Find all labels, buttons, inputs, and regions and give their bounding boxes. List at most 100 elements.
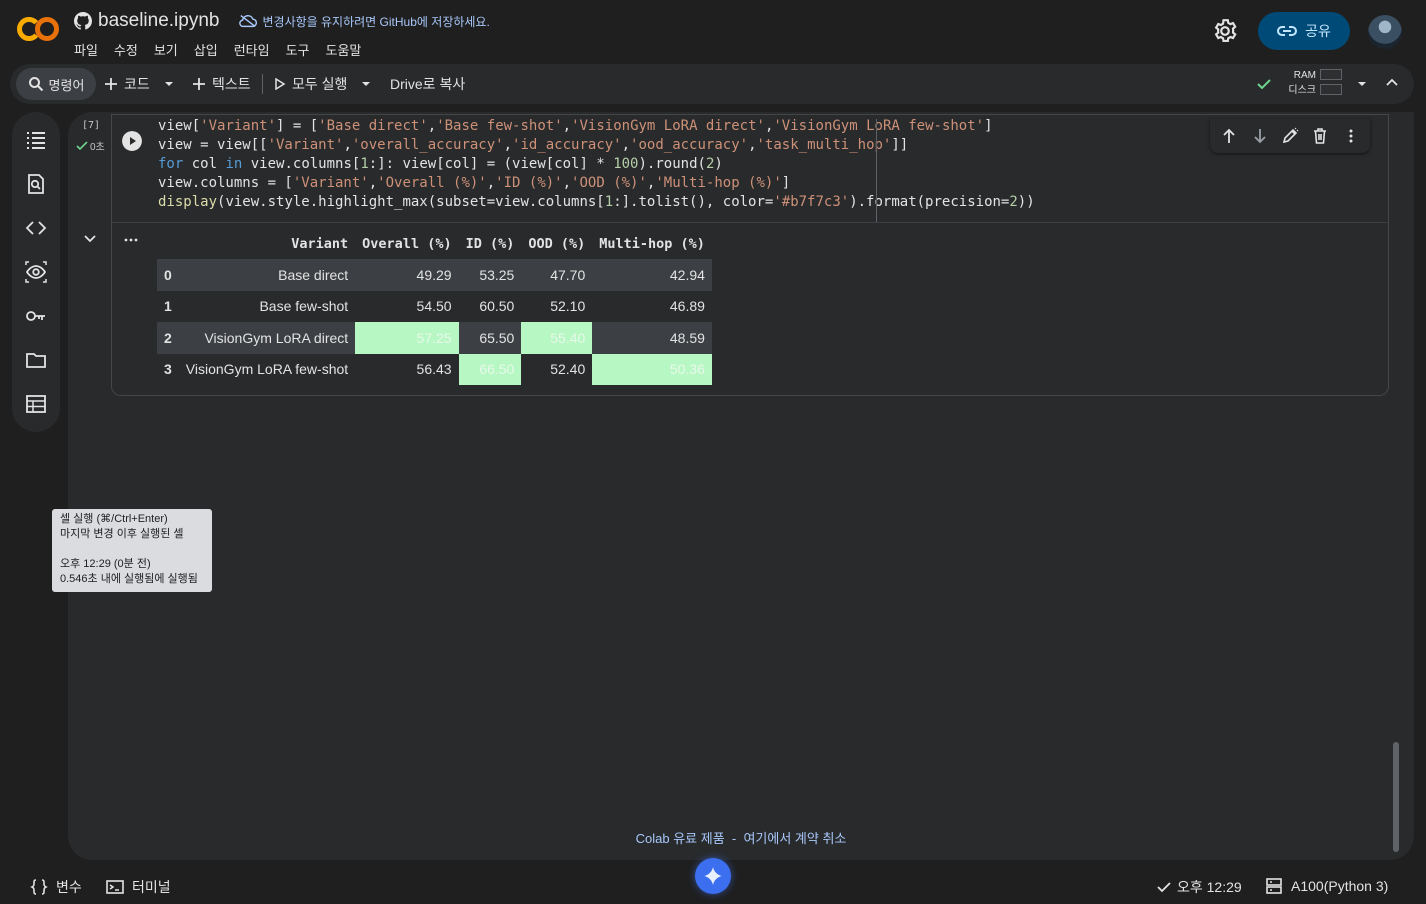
gemini-button[interactable] bbox=[695, 858, 731, 894]
output-divider bbox=[112, 222, 1388, 223]
table-cell: 0 bbox=[157, 259, 179, 291]
add-text-label: 텍스트 bbox=[212, 76, 251, 92]
command-label: 명령어 bbox=[48, 77, 85, 93]
chevron-down-icon[interactable] bbox=[1357, 80, 1367, 88]
table-cell: 47.70 bbox=[521, 259, 593, 291]
collapse-output-chevron-icon[interactable] bbox=[80, 228, 100, 248]
paid-products-link[interactable]: Colab 유료 제품 bbox=[636, 831, 725, 846]
table-of-contents-icon[interactable] bbox=[25, 129, 47, 151]
share-button[interactable]: 공유 bbox=[1258, 12, 1350, 50]
table-cell: 49.29 bbox=[355, 259, 459, 291]
notebook-title[interactable]: baseline.ipynb bbox=[98, 10, 219, 32]
run-all-label: 모두 실행 bbox=[292, 76, 348, 92]
save-to-github-notice[interactable]: 변경사항을 유지하려면 GitHub에 저장하세요. bbox=[239, 13, 490, 30]
table-cell: 53.25 bbox=[458, 259, 522, 291]
add-code-button[interactable]: 코드 bbox=[104, 72, 150, 96]
chevron-up-icon[interactable] bbox=[1386, 77, 1398, 89]
key-icon[interactable] bbox=[25, 305, 47, 327]
resource-labels[interactable]: RAM 디스크 bbox=[1286, 68, 1316, 98]
run-cell-tooltip: 셀 실행 (⌘/Ctrl+Enter) 마지막 변경 이후 실행된 셀 오후 1… bbox=[52, 509, 212, 592]
table-header: Variant bbox=[291, 236, 349, 252]
output-dataframe: Variant Overall (%) ID (%) OOD (%) Multi… bbox=[157, 229, 712, 385]
highlighted-max-cell: 57.25 bbox=[355, 322, 459, 354]
secrets-eye-icon[interactable] bbox=[25, 261, 47, 283]
title-row: baseline.ipynb 변경사항을 유지하려면 GitHub에 저장하세요… bbox=[74, 10, 490, 32]
add-text-button[interactable]: 텍스트 bbox=[192, 72, 251, 96]
table-header: ID (%) bbox=[465, 236, 515, 252]
table-cell: 56.43 bbox=[416, 361, 452, 378]
edit-pencil-icon[interactable] bbox=[1281, 127, 1299, 145]
save-notice-text: 변경사항을 유지하려면 GitHub에 저장하세요. bbox=[262, 14, 490, 29]
cancel-contract-link[interactable]: 여기에서 계약 취소 bbox=[743, 831, 846, 846]
table-header: Multi-hop (%) bbox=[599, 236, 705, 252]
last-run-status[interactable]: 오후 12:29 bbox=[1156, 877, 1242, 897]
code-line: for col in view.columns[1:]: view[col] =… bbox=[158, 156, 723, 172]
copy-to-drive-button[interactable]: Drive로 복사 bbox=[390, 72, 465, 96]
add-code-label: 코드 bbox=[124, 76, 150, 92]
move-down-icon[interactable] bbox=[1251, 127, 1269, 145]
menu-file[interactable]: 파일 bbox=[74, 40, 98, 59]
run-cell-icon[interactable] bbox=[122, 131, 142, 151]
terminal-label: 터미널 bbox=[132, 879, 171, 895]
find-in-page-icon[interactable] bbox=[25, 173, 47, 195]
table-cell: 48.59 bbox=[592, 322, 712, 354]
text-cursor bbox=[876, 119, 877, 223]
menu-view[interactable]: 보기 bbox=[154, 40, 178, 59]
chevron-down-icon[interactable] bbox=[361, 80, 371, 88]
search-icon bbox=[28, 77, 43, 92]
tooltip-line: 마지막 변경 이후 실행된 셀 bbox=[60, 528, 184, 540]
table-cell: 42.94 bbox=[592, 259, 712, 291]
terminal-button[interactable]: 터미널 bbox=[106, 877, 171, 897]
menu-edit[interactable]: 수정 bbox=[114, 40, 138, 59]
command-palette-button[interactable]: 명령어 bbox=[16, 68, 96, 100]
menu-bar: 파일 수정 보기 삽입 런타임 도구 도움말 bbox=[74, 40, 361, 59]
header-bar: baseline.ipynb 변경사항을 유지하려면 GitHub에 저장하세요… bbox=[0, 0, 1426, 64]
notebook-main[interactable]: [7] 0초 view['Variant'] = ['Base direct',… bbox=[68, 112, 1414, 860]
plus-icon bbox=[193, 78, 205, 90]
table-row: 3 VisionGym LoRA few-shot 56.43 66.50 52… bbox=[157, 353, 712, 385]
user-avatar[interactable] bbox=[1368, 15, 1402, 49]
folder-icon[interactable] bbox=[25, 349, 47, 371]
delete-trash-icon[interactable] bbox=[1311, 127, 1329, 145]
chevron-down-icon[interactable] bbox=[164, 80, 174, 88]
execution-time: 0초 bbox=[90, 142, 105, 153]
code-snippets-icon[interactable] bbox=[25, 217, 47, 239]
colab-logo-icon[interactable] bbox=[16, 14, 60, 44]
table-header: OOD (%) bbox=[528, 236, 586, 252]
menu-runtime[interactable]: 런타임 bbox=[234, 40, 270, 59]
tooltip-spacer bbox=[60, 542, 204, 557]
code-line: view.columns = ['Variant','Overall (%)',… bbox=[158, 175, 791, 191]
variables-label: 변수 bbox=[56, 879, 82, 895]
terminal-icon bbox=[106, 880, 124, 894]
settings-gear-icon[interactable] bbox=[1212, 18, 1238, 44]
table-row: 0 Base direct 49.29 53.25 47.70 42.94 bbox=[157, 259, 712, 291]
cell-toolbar bbox=[1210, 119, 1370, 153]
table-cell: Base few-shot bbox=[259, 298, 349, 315]
more-vert-icon[interactable] bbox=[1342, 127, 1360, 145]
variables-button[interactable]: 변수 bbox=[30, 877, 82, 897]
menu-tools[interactable]: 도구 bbox=[286, 40, 310, 59]
code-cell[interactable]: view['Variant'] = ['Base direct','Base f… bbox=[111, 114, 1389, 396]
last-run-time: 오후 12:29 bbox=[1177, 879, 1242, 895]
table-header: Overall (%) bbox=[362, 236, 452, 252]
ram-label: RAM bbox=[1293, 70, 1316, 81]
checkmark-icon bbox=[1157, 882, 1171, 893]
disk-usage-bar bbox=[1320, 84, 1342, 95]
runtime-info-button[interactable]: A100(Python 3) bbox=[1265, 877, 1388, 895]
vertical-scrollbar[interactable] bbox=[1393, 742, 1399, 852]
cloud-off-icon bbox=[239, 15, 258, 28]
highlighted-max-cell: 50.36 bbox=[592, 353, 712, 385]
left-sidebar bbox=[12, 112, 60, 432]
move-up-icon[interactable] bbox=[1220, 127, 1238, 145]
footer-links: Colab 유료 제품 - 여기에서 계약 취소 bbox=[68, 828, 1414, 847]
menu-help[interactable]: 도움말 bbox=[326, 40, 362, 59]
run-all-button[interactable]: 모두 실행 bbox=[274, 72, 347, 96]
table-row: 1 Base few-shot 54.50 60.50 52.10 46.89 bbox=[157, 291, 712, 323]
data-table-icon[interactable] bbox=[25, 393, 47, 415]
menu-insert[interactable]: 삽입 bbox=[194, 40, 218, 59]
share-label: 공유 bbox=[1305, 23, 1331, 39]
tooltip-line: 셀 실행 (⌘/Ctrl+Enter) bbox=[60, 513, 168, 525]
table-row: 2 VisionGym LoRA direct 57.25 65.50 55.4… bbox=[157, 322, 712, 354]
output-more-icon[interactable] bbox=[122, 231, 140, 249]
code-editor[interactable]: view['Variant'] = ['Base direct','Base f… bbox=[158, 117, 1035, 212]
